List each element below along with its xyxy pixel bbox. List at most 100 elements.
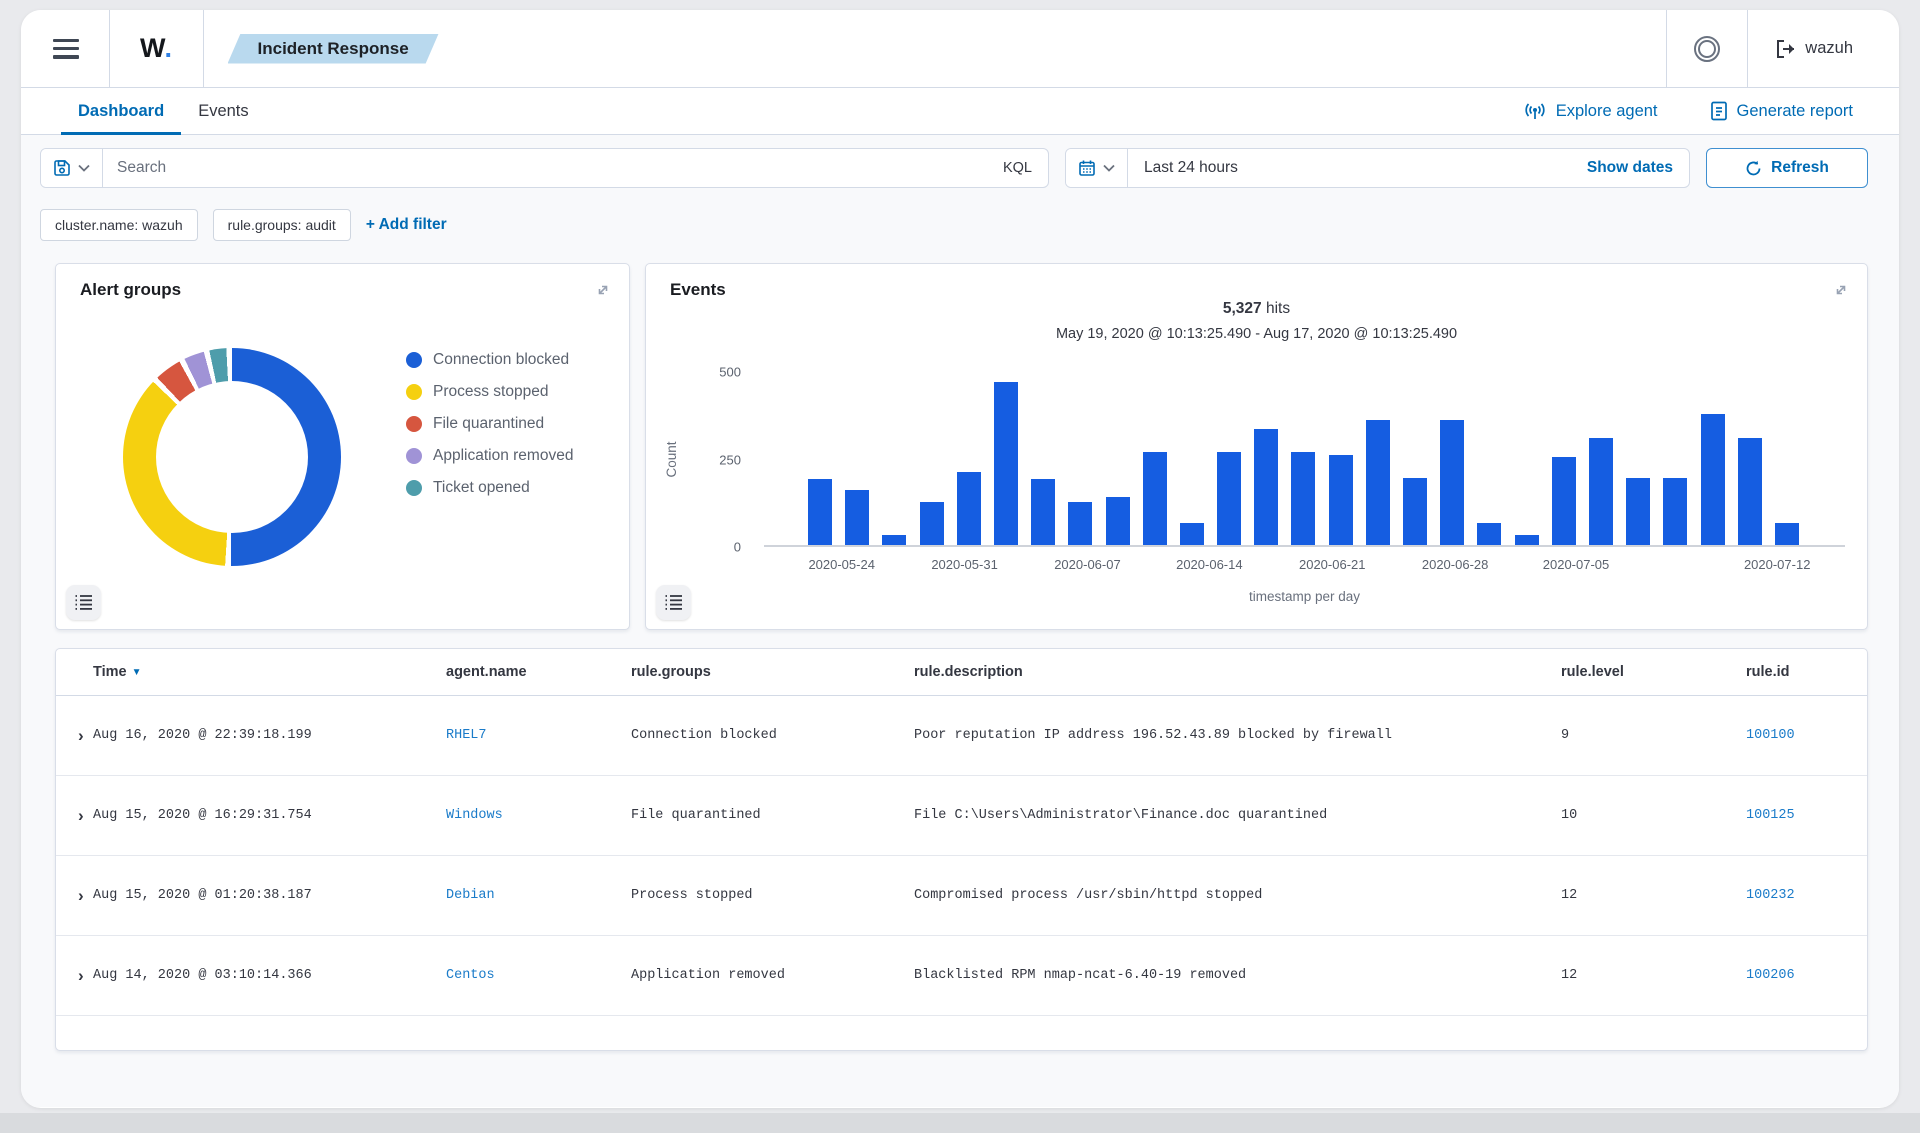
expand-panel-button[interactable] (1831, 280, 1851, 300)
list-icon (664, 594, 683, 611)
histogram-bar[interactable] (1217, 451, 1242, 545)
cell-rule-id-link[interactable]: 100125 (1746, 808, 1867, 823)
legend-item[interactable]: File quarantined (406, 408, 573, 440)
histogram-bar[interactable] (1068, 501, 1093, 545)
row-expand-icon[interactable]: › (78, 967, 93, 984)
refresh-button[interactable]: Refresh (1706, 148, 1868, 188)
legend-item[interactable]: Application removed (406, 440, 573, 472)
alert-groups-donut[interactable] (123, 348, 341, 566)
inspect-panel-button[interactable] (66, 585, 101, 620)
cell-rule-description: Compromised process /usr/sbin/httpd stop… (914, 888, 1263, 903)
cell-rule-id-link[interactable]: 100232 (1746, 888, 1867, 903)
logout-button[interactable]: wazuh (1748, 39, 1853, 58)
wazuh-logo[interactable]: W. (110, 33, 203, 64)
x-axis-label: timestamp per day (1248, 589, 1361, 604)
histogram-bar[interactable] (1142, 451, 1167, 545)
histogram-bar[interactable] (1626, 477, 1651, 545)
cell-time: Aug 15, 2020 @ 16:29:31.754 (93, 808, 312, 823)
generate-report-button[interactable]: Generate report (1710, 101, 1853, 121)
query-bar: KQL Last 24 hours Show d (40, 148, 1868, 188)
histogram-bar[interactable] (1663, 477, 1688, 545)
show-dates-button[interactable]: Show dates (1571, 159, 1689, 177)
legend-item[interactable]: Ticket opened (406, 472, 573, 504)
explore-agent-button[interactable]: Explore agent (1523, 101, 1658, 121)
histogram-bar[interactable] (1291, 451, 1316, 545)
bottom-strip (0, 1113, 1920, 1133)
row-expand-icon[interactable]: › (78, 727, 93, 744)
legend-swatch (406, 416, 422, 432)
histogram-bar[interactable] (1737, 437, 1762, 545)
column-header[interactable]: rule.level (1561, 664, 1746, 680)
alerts-table: Time ▼ agent.name rule.groups rule.descripti… (55, 648, 1868, 1051)
cell-time: Aug 15, 2020 @ 01:20:38.187 (93, 888, 312, 903)
column-header[interactable]: agent.name (446, 664, 631, 680)
column-header[interactable]: Time ▼ (93, 664, 446, 680)
legend-swatch (406, 480, 422, 496)
column-header[interactable]: rule.description (914, 664, 1561, 680)
date-picker: Last 24 hours Show dates (1065, 148, 1690, 188)
row-expand-icon[interactable]: › (78, 807, 93, 824)
cell-rule-id-link[interactable]: 100100 (1746, 728, 1867, 743)
search-input[interactable] (103, 159, 987, 177)
cell-rule-id-link[interactable]: 100206 (1746, 968, 1867, 983)
histogram-bar[interactable] (1551, 456, 1576, 545)
column-header[interactable]: rule.groups (631, 664, 914, 680)
kql-language-button[interactable]: KQL (987, 160, 1048, 176)
histogram-bar[interactable] (808, 479, 832, 545)
cell-rule-groups: Process stopped (631, 888, 753, 903)
histogram-bar[interactable] (1774, 522, 1799, 545)
histogram-bar[interactable] (1365, 420, 1390, 545)
histogram-bar[interactable] (919, 501, 944, 545)
add-filter-button[interactable]: + Add filter (366, 216, 447, 234)
antenna-icon (1523, 101, 1547, 121)
chevron-down-icon (78, 164, 90, 172)
cell-agent-link[interactable]: Debian (446, 888, 631, 903)
expand-panel-button[interactable] (593, 280, 613, 300)
menu-icon[interactable] (53, 38, 79, 59)
time-range-value[interactable]: Last 24 hours (1128, 159, 1571, 177)
date-quick-menu-button[interactable] (1066, 149, 1128, 187)
x-axis-ticks: 2020-05-24 2020-05-31 2020-06-07 2020-06-14… (808, 557, 1810, 577)
tab-events[interactable]: Events (181, 88, 265, 134)
sort-desc-icon[interactable]: ▼ (132, 667, 142, 678)
row-expand-icon[interactable]: › (78, 887, 93, 904)
y-axis-label: Count (664, 441, 679, 478)
histogram-bar[interactable] (1514, 534, 1539, 545)
histogram-bar[interactable] (1105, 496, 1130, 545)
filter-bar: cluster.name: wazuh rule.groups: audit + … (40, 209, 1868, 241)
histogram-bar[interactable] (1179, 522, 1204, 545)
histogram-bar[interactable] (1403, 477, 1427, 545)
legend-item[interactable]: Process stopped (406, 376, 573, 408)
histogram-bar[interactable] (845, 489, 870, 545)
health-check-button[interactable] (1667, 35, 1747, 62)
histogram-bar[interactable] (956, 472, 981, 545)
histogram-bar[interactable] (1440, 420, 1465, 545)
ring-icon (1694, 35, 1721, 62)
histogram-bar[interactable] (1254, 429, 1279, 545)
tab-bar: Dashboard Events Explore agent Generate … (21, 88, 1899, 135)
module-badge: Incident Response (228, 34, 439, 64)
cell-agent-link[interactable]: Centos (446, 968, 631, 983)
panel-title: Events (670, 280, 726, 299)
filter-pill[interactable]: rule.groups: audit (212, 209, 351, 241)
cell-agent-link[interactable]: Windows (446, 808, 631, 823)
inspect-panel-button[interactable] (656, 585, 691, 620)
column-header[interactable]: rule.id (1746, 664, 1867, 680)
histogram-bar[interactable] (1588, 437, 1613, 545)
histogram-bar[interactable] (993, 382, 1018, 545)
x-tick-label: 2020-06-14 (1176, 557, 1243, 572)
divider (202, 10, 204, 87)
histogram-bar[interactable] (882, 534, 907, 545)
histogram-bar[interactable] (1477, 522, 1502, 545)
legend-item[interactable]: Connection blocked (406, 344, 573, 376)
tab-dashboard[interactable]: Dashboard (61, 88, 182, 135)
histogram-bar[interactable] (1328, 455, 1353, 545)
histogram-bar[interactable] (1031, 479, 1056, 545)
legend-label: Application removed (433, 447, 574, 464)
histogram-bar[interactable] (1700, 413, 1725, 545)
cell-rule-level: 12 (1561, 888, 1578, 903)
saved-query-menu-button[interactable] (41, 149, 103, 187)
filter-pill[interactable]: cluster.name: wazuh (40, 209, 198, 241)
cell-agent-link[interactable]: RHEL7 (446, 728, 631, 743)
alert-groups-panel: Alert groups Connection blocked Process s… (55, 263, 630, 630)
